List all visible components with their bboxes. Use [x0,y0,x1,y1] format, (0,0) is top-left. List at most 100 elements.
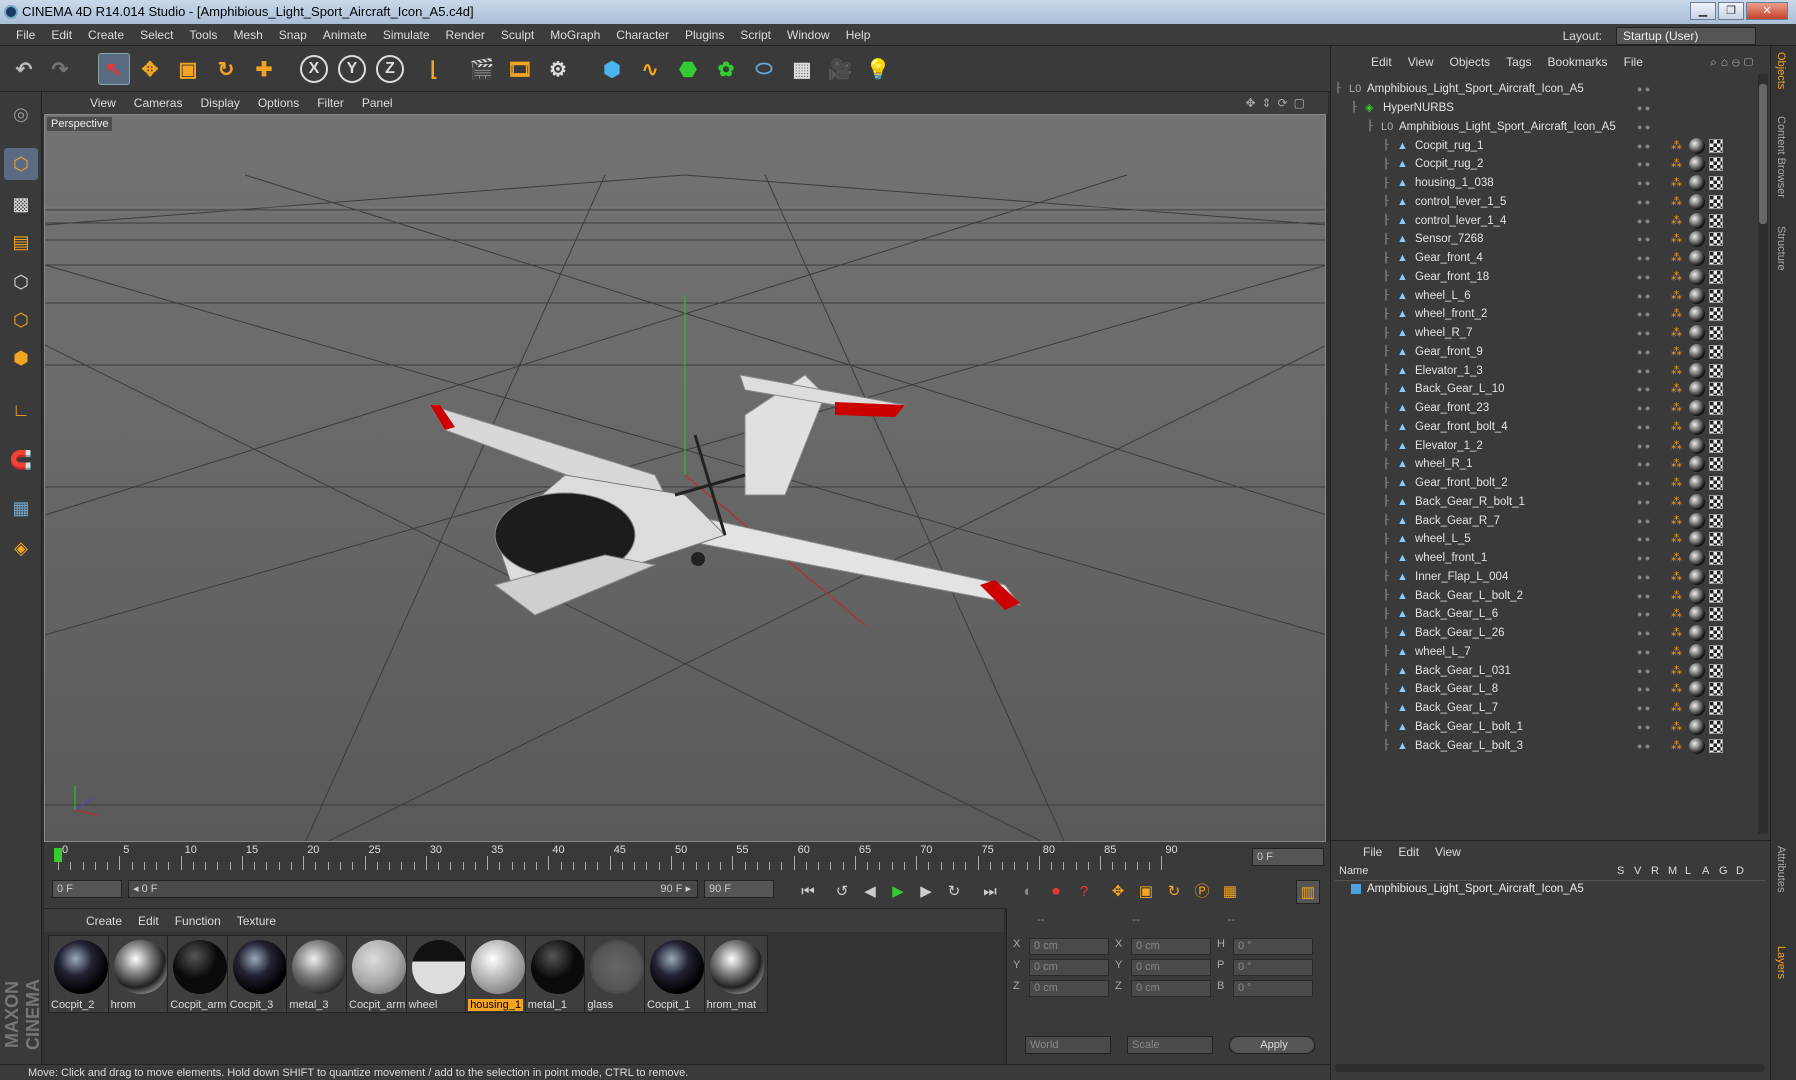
goto-start-icon[interactable]: ⏮ [796,880,820,904]
texture-mode-icon[interactable]: ▩ [4,188,38,220]
visibility-dots-icon[interactable]: ● ● [1637,84,1667,94]
object-row[interactable]: ┠ ▲ Back_Gear_L_bolt_3 ● ● ⁂ [1335,735,1759,756]
coord-field[interactable]: 0 cm [1029,959,1109,976]
uv-tag-icon[interactable]: ⁂ [1671,720,1685,734]
texture-tag-icon[interactable] [1709,326,1723,340]
uv-tag-icon[interactable]: ⁂ [1671,382,1685,396]
material-tag-icon[interactable] [1689,362,1705,379]
coord-field[interactable]: 0 ° [1233,938,1313,955]
menu-tools[interactable]: Tools [181,28,225,42]
material-tag-icon[interactable] [1689,437,1705,454]
uv-tag-icon[interactable]: ⁂ [1671,626,1685,640]
material-menu-create[interactable]: Create [78,914,130,928]
layer-column-header[interactable]: V [1634,865,1641,877]
texture-tag-icon[interactable] [1709,401,1723,415]
spline-icon[interactable]: ∿ [634,53,666,85]
texture-tag-icon[interactable] [1709,419,1723,434]
render-settings-icon[interactable]: ⚙ [542,53,574,85]
material-tag-icon[interactable] [1689,212,1705,229]
texture-tag-icon[interactable] [1709,363,1723,378]
material-swatch[interactable]: hrom [107,935,172,1013]
texture-tag-icon[interactable] [1709,607,1723,622]
layer-column-header[interactable]: A [1702,865,1709,877]
material-tag-icon[interactable] [1689,625,1705,641]
side-tab-layers[interactable]: Layers [1775,946,1787,979]
undo-icon[interactable]: ↶ [8,53,40,85]
layer-column-header[interactable]: S [1617,865,1624,877]
prev-frame-icon[interactable]: ◀ [858,880,882,904]
uv-tag-icon[interactable]: ⁂ [1671,439,1685,453]
layer-column-header[interactable]: R [1651,865,1659,877]
timeline-view-icon[interactable]: ▥ [1296,880,1320,904]
texture-tag-icon[interactable] [1709,382,1723,397]
texture-tag-icon[interactable] [1709,682,1723,697]
object-menu-edit[interactable]: Edit [1363,55,1400,69]
move-tool-icon[interactable]: ✥ [134,53,166,85]
texture-tag-icon[interactable] [1709,626,1723,640]
texture-tag-icon[interactable] [1709,719,1723,734]
texture-tag-icon[interactable] [1709,269,1723,284]
layer-column-header[interactable]: D [1736,865,1744,877]
workplane-lock-icon[interactable]: ▦ [4,492,38,524]
material-tag-icon[interactable] [1689,493,1705,510]
uv-tag-icon[interactable]: ⁂ [1671,232,1685,246]
key-rotation-icon[interactable]: ↻ [1162,880,1186,904]
texture-tag-icon[interactable] [1709,288,1723,303]
menu-mesh[interactable]: Mesh [225,28,270,42]
close-button[interactable]: ✕ [1746,2,1788,20]
array-icon[interactable]: ✿ [710,53,742,85]
maximize-button[interactable]: ❐ [1718,2,1744,20]
visibility-dots-icon[interactable]: ● ● [1637,684,1667,694]
material-tag-icon[interactable] [1689,325,1705,341]
material-tag-icon[interactable] [1689,175,1705,191]
material-tag-icon[interactable] [1689,475,1705,491]
z-axis-lock-icon[interactable]: Z [376,55,404,83]
prev-key-icon[interactable]: ↺ [830,880,854,904]
live-selection-icon[interactable]: ↖ [98,53,130,85]
texture-tag-icon[interactable] [1709,513,1723,528]
texture-tag-icon[interactable] [1709,157,1723,172]
visibility-dots-icon[interactable]: ● ● [1637,403,1667,413]
uv-tag-icon[interactable]: ⁂ [1671,139,1685,153]
uv-tag-icon[interactable]: ⁂ [1671,457,1685,471]
camera-icon[interactable]: 🎥 [824,53,856,85]
object-menu-objects[interactable]: Objects [1441,55,1498,69]
nurbs-icon[interactable]: ⬣ [672,53,704,85]
uv-tag-icon[interactable]: ⁂ [1671,401,1685,415]
menu-script[interactable]: Script [732,28,779,42]
visibility-dots-icon[interactable]: ● ● [1637,441,1667,451]
object-menu-bookmarks[interactable]: Bookmarks [1540,55,1616,69]
visibility-dots-icon[interactable]: ● ● [1637,159,1667,169]
visibility-dots-icon[interactable]: ● ● [1637,216,1667,226]
menu-simulate[interactable]: Simulate [375,28,438,42]
uv-tag-icon[interactable]: ⁂ [1671,326,1685,340]
uv-tag-icon[interactable]: ⁂ [1671,476,1685,490]
layer-column-header[interactable]: M [1668,865,1677,877]
visibility-dots-icon[interactable]: ● ● [1637,553,1667,563]
uv-tag-icon[interactable]: ⁂ [1671,664,1685,678]
menu-animate[interactable]: Animate [315,28,375,42]
perspective-viewport[interactable]: Perspective [44,114,1326,842]
next-key-icon[interactable]: ↻ [942,880,966,904]
timeline-frame-field[interactable]: 0 F [1252,848,1324,866]
uv-tag-icon[interactable]: ⁂ [1671,157,1685,171]
material-tag-icon[interactable] [1689,156,1705,173]
object-list-scrollbar[interactable] [1758,74,1768,834]
uv-tag-icon[interactable]: ⁂ [1671,682,1685,696]
next-frame-icon[interactable]: ▶ [914,880,938,904]
viewport-menu-view[interactable]: View [81,96,125,110]
visibility-dots-icon[interactable]: ● ● [1637,572,1667,582]
texture-tag-icon[interactable] [1709,457,1723,472]
visibility-dots-icon[interactable]: ● ● [1637,309,1667,319]
visibility-dots-icon[interactable]: ● ● [1637,459,1667,469]
texture-tag-icon[interactable] [1709,663,1723,678]
visibility-dots-icon[interactable]: ● ● [1637,347,1667,357]
menu-window[interactable]: Window [779,28,838,42]
side-tab-structure[interactable]: Structure [1775,226,1787,271]
material-tag-icon[interactable] [1689,193,1705,210]
visibility-dots-icon[interactable]: ● ● [1637,103,1667,113]
coord-field[interactable]: 0 ° [1233,959,1313,976]
menu-render[interactable]: Render [438,28,493,42]
end-frame-field[interactable]: 90 F [704,880,774,898]
visibility-dots-icon[interactable]: ● ● [1637,591,1667,601]
